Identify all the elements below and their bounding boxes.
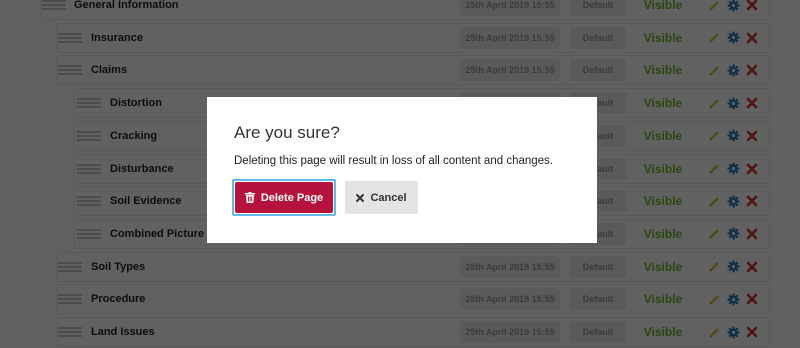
cancel-label: Cancel — [370, 191, 407, 204]
delete-page-button[interactable]: Delete Page — [235, 182, 333, 213]
confirm-dialog: Are you sure? Deleting this page will re… — [207, 97, 597, 243]
trash-icon — [244, 192, 255, 203]
dialog-message: Deleting this page will result in loss o… — [234, 155, 553, 167]
cancel-button[interactable]: Cancel — [345, 181, 418, 214]
delete-page-label: Delete Page — [260, 191, 324, 204]
dialog-title: Are you sure? — [234, 123, 340, 142]
x-icon — [356, 193, 365, 202]
